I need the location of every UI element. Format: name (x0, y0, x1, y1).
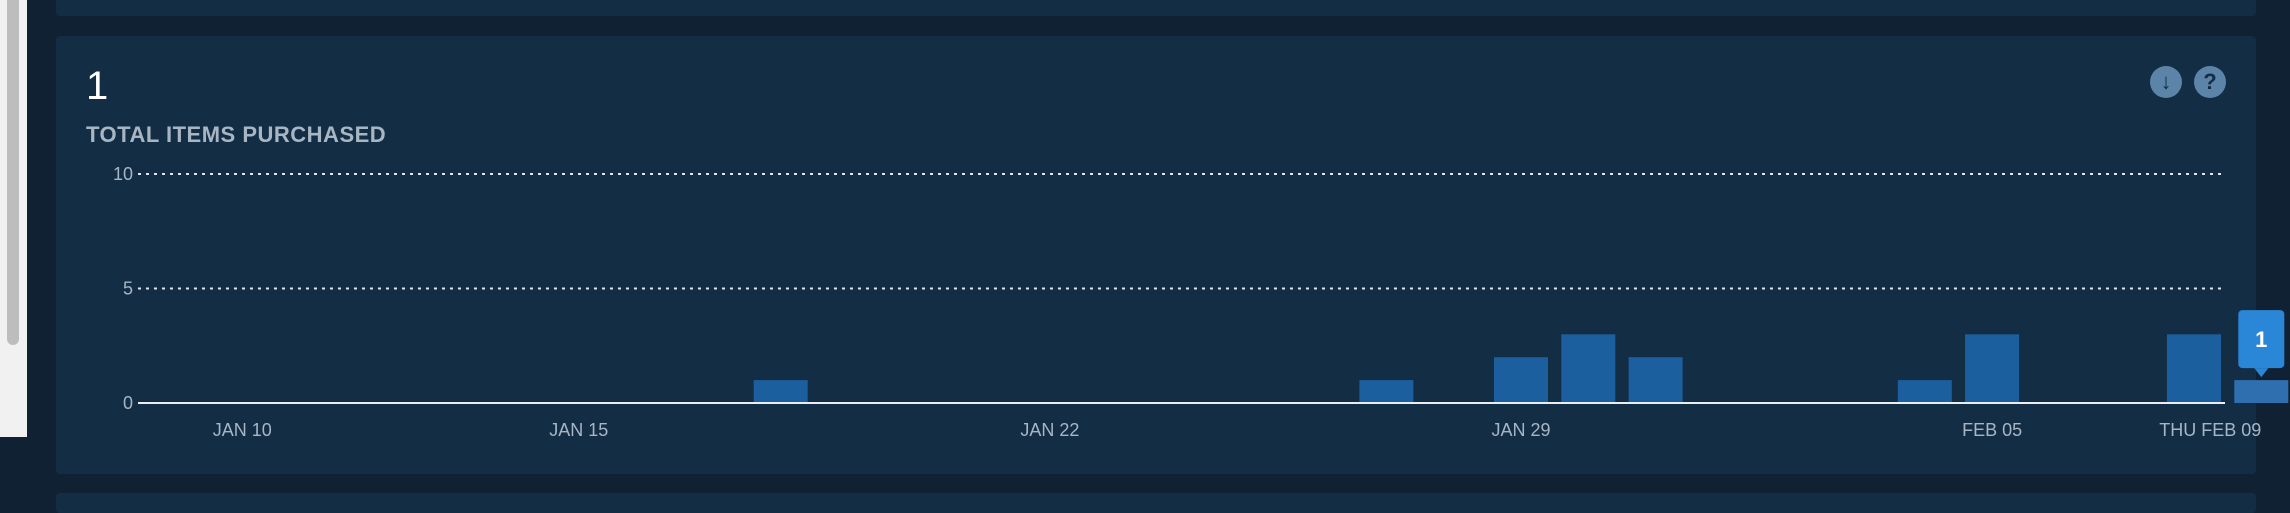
x-tick-label: THU FEB 09 (2159, 420, 2261, 440)
bar[interactable] (1628, 357, 1683, 403)
x-tick-label: JAN 15 (549, 420, 608, 440)
bar-chart: 0 5 10 JAN 10 JAN 15 JAN 22 JAN 29 FEB 05 THU FE… (113, 164, 2289, 440)
x-tick-label: JAN 10 (213, 420, 272, 440)
bar[interactable] (1359, 380, 1414, 403)
bar[interactable] (2167, 334, 2221, 403)
bar[interactable] (1965, 334, 2020, 403)
bar[interactable] (2234, 380, 2289, 403)
x-tick-label: FEB 05 (1962, 420, 2022, 440)
bar[interactable] (1561, 334, 1616, 403)
y-tick-label: 10 (113, 164, 133, 184)
x-tick-label: JAN 22 (1020, 420, 1079, 440)
bar[interactable] (1494, 357, 1548, 403)
bar[interactable] (1897, 380, 1952, 403)
bar[interactable] (753, 380, 808, 403)
x-tick-label: JAN 29 (1491, 420, 1550, 440)
y-tick-label: 5 (123, 279, 133, 299)
y-tick-label: 0 (123, 393, 133, 413)
tooltip-value: 1 (2255, 327, 2267, 352)
tooltip-pointer (2254, 368, 2269, 378)
